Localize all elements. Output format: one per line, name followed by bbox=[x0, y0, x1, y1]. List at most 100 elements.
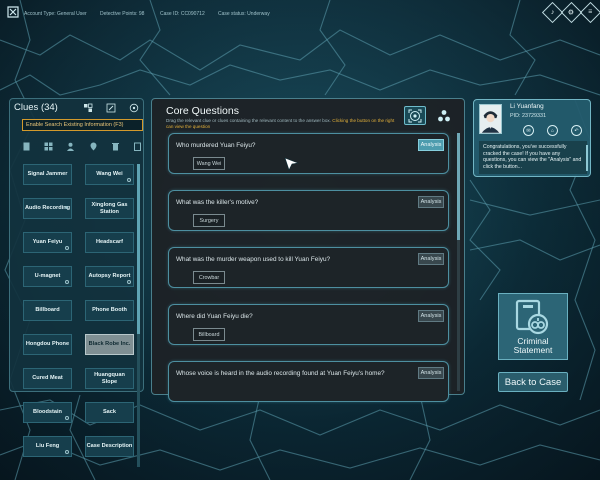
question-text: What was the murder weapon used to kill … bbox=[176, 256, 331, 263]
answer-slot[interactable]: Crowbar bbox=[193, 271, 225, 284]
person-filter-icon[interactable] bbox=[66, 142, 75, 151]
clue-card[interactable]: Bloodstain bbox=[23, 402, 72, 423]
answer-slot[interactable]: Wang Wei bbox=[193, 157, 225, 170]
clue-status-icon bbox=[65, 416, 69, 420]
character-panel: Li Yuanfang PID: 23729331 ✉ ⌂ ↶ Congratu… bbox=[473, 99, 591, 177]
questions-scroll-thumb[interactable] bbox=[457, 133, 460, 240]
clue-card[interactable]: Billboard bbox=[23, 300, 72, 321]
location-filter-icon[interactable] bbox=[89, 142, 98, 151]
home-icon[interactable]: ⌂ bbox=[547, 125, 558, 136]
clue-card[interactable]: Hongdou Phone bbox=[23, 334, 72, 355]
back-to-case-button[interactable]: Back to Case bbox=[498, 372, 568, 392]
clue-card[interactable]: Signal Jammer bbox=[23, 164, 72, 185]
clue-status-icon bbox=[65, 280, 69, 284]
clue-status-icon bbox=[65, 450, 69, 454]
character-message: Congratulations, you've successfully cra… bbox=[479, 141, 587, 174]
core-questions-panel: Core Questions Drag the relevant clue or… bbox=[151, 98, 465, 402]
clue-card[interactable]: Wang Wei bbox=[85, 164, 134, 185]
clue-card[interactable]: Cured Meat bbox=[23, 368, 72, 389]
clue-status-icon bbox=[65, 246, 69, 250]
clue-card[interactable]: Sack bbox=[85, 402, 134, 423]
analysis-button[interactable]: Analysis bbox=[418, 367, 444, 379]
clue-card-label: Liu Feng bbox=[35, 443, 60, 450]
settings-icon: ⚙ bbox=[568, 9, 575, 17]
character-avatar bbox=[479, 104, 502, 134]
game-logo-icon bbox=[7, 6, 19, 18]
clue-search-input[interactable]: Enable Search Existing Information (F3) bbox=[22, 119, 143, 131]
criminal-statement-label: Criminal Statement bbox=[514, 337, 553, 359]
clue-card-label: Cured Meat bbox=[32, 375, 63, 382]
trash-filter-icon[interactable] bbox=[111, 142, 120, 151]
clue-card-label: U-magnet bbox=[34, 273, 61, 280]
clue-card[interactable]: Case Description bbox=[85, 436, 134, 457]
clue-card[interactable]: Xinglong Gas Station bbox=[85, 198, 134, 219]
back-icon[interactable]: ↶ bbox=[571, 125, 582, 136]
case-id: Case ID: CC090712 bbox=[160, 11, 205, 17]
core-questions-instructions: Drag the relevant clue or clues containi… bbox=[166, 118, 398, 129]
sound-icon: ♪ bbox=[550, 9, 555, 16]
question-text: What was the killer's motive? bbox=[176, 199, 259, 206]
clue-status-icon bbox=[127, 178, 131, 182]
clue-card[interactable]: Yuan Feiyu bbox=[23, 232, 72, 253]
document-filter-icon[interactable] bbox=[22, 142, 31, 151]
clue-card-label: Yuan Feiyu bbox=[32, 239, 63, 246]
grid-filter-icon[interactable] bbox=[44, 142, 53, 151]
clue-scrollbar[interactable] bbox=[137, 164, 140, 467]
edit-icon[interactable] bbox=[106, 103, 116, 113]
clue-card[interactable]: Phone Booth bbox=[85, 300, 134, 321]
clue-card-label: Case Description bbox=[86, 443, 133, 450]
focus-view-button[interactable] bbox=[404, 106, 426, 125]
clue-card[interactable]: Black Robe Inc. bbox=[85, 334, 134, 355]
top-bar: Account Type: General User Detective Poi… bbox=[0, 0, 600, 28]
mouse-cursor-icon bbox=[284, 157, 300, 171]
clue-card-label: Bloodstain bbox=[33, 409, 62, 416]
clue-card[interactable]: Autopsy Report bbox=[85, 266, 134, 287]
clue-card[interactable]: U-magnet bbox=[23, 266, 72, 287]
clue-card-label: Headscarf bbox=[95, 239, 124, 246]
core-questions-title: Core Questions bbox=[166, 105, 239, 117]
criminal-statement-button[interactable]: Criminal Statement bbox=[498, 293, 568, 360]
question-card: Where did Yuan Feiyu die? Analysis Billboa… bbox=[168, 304, 449, 345]
clue-card-label: Signal Jammer bbox=[27, 171, 68, 178]
clue-card[interactable]: Audio Recording bbox=[23, 198, 72, 219]
character-pid: PID: 23729331 bbox=[510, 113, 546, 119]
clue-relations-button[interactable] bbox=[435, 106, 453, 125]
clue-card-label: Xinglong Gas Station bbox=[91, 202, 128, 215]
message-icon[interactable]: ✉ bbox=[523, 125, 534, 136]
question-card: Who murdered Yuan Feiyu? Analysis Wang Wei bbox=[168, 133, 449, 174]
answer-slot[interactable]: Surgery bbox=[193, 214, 225, 227]
analysis-button[interactable]: Analysis bbox=[418, 310, 444, 322]
detective-points: Detective Points: 98 bbox=[100, 11, 145, 17]
clue-link-icon[interactable] bbox=[83, 103, 93, 113]
clue-card-label: Audio Recording bbox=[24, 205, 71, 212]
instruction-text: Drag the relevant clue or clues containi… bbox=[166, 118, 333, 123]
question-text: Whose voice is heard in the audio record… bbox=[176, 370, 385, 377]
organize-icon[interactable] bbox=[129, 103, 139, 113]
clue-card-label: Autopsy Report bbox=[88, 273, 131, 280]
clue-card[interactable]: Liu Feng bbox=[23, 436, 72, 457]
analysis-button[interactable]: Analysis bbox=[418, 196, 444, 208]
clue-card[interactable]: Headscarf bbox=[85, 232, 134, 253]
clues-title: Clues (34) bbox=[14, 102, 58, 113]
clue-card-label: Sack bbox=[102, 409, 117, 416]
clue-card-label: Phone Booth bbox=[92, 307, 127, 314]
message-scrollbar[interactable] bbox=[586, 145, 588, 171]
clues-panel: Clues (34) Enable Search Existing Inform… bbox=[9, 98, 144, 467]
analysis-button[interactable]: Analysis bbox=[418, 253, 444, 265]
clue-scroll-thumb[interactable] bbox=[137, 164, 140, 334]
clue-card-label: Huangquan Slope bbox=[94, 372, 125, 385]
menu-button[interactable]: ≡ bbox=[579, 1, 600, 24]
clipboard-filter-icon[interactable] bbox=[133, 142, 142, 151]
statement-line2: Statement bbox=[513, 345, 553, 355]
questions-scrollbar[interactable] bbox=[457, 133, 460, 391]
clue-card[interactable]: Huangquan Slope bbox=[85, 368, 134, 389]
menu-icon: ≡ bbox=[588, 9, 593, 16]
character-name: Li Yuanfang bbox=[510, 103, 544, 110]
question-text: Who murdered Yuan Feiyu? bbox=[176, 142, 256, 149]
analysis-button[interactable]: Analysis bbox=[418, 139, 444, 151]
answer-slot[interactable]: Billboard bbox=[193, 328, 225, 341]
question-card: What was the murder weapon used to kill … bbox=[168, 247, 449, 288]
question-card: What was the killer's motive? Analysis Sur… bbox=[168, 190, 449, 231]
question-card: Whose voice is heard in the audio record… bbox=[168, 361, 449, 402]
case-status: Case status: Underway bbox=[218, 11, 270, 17]
